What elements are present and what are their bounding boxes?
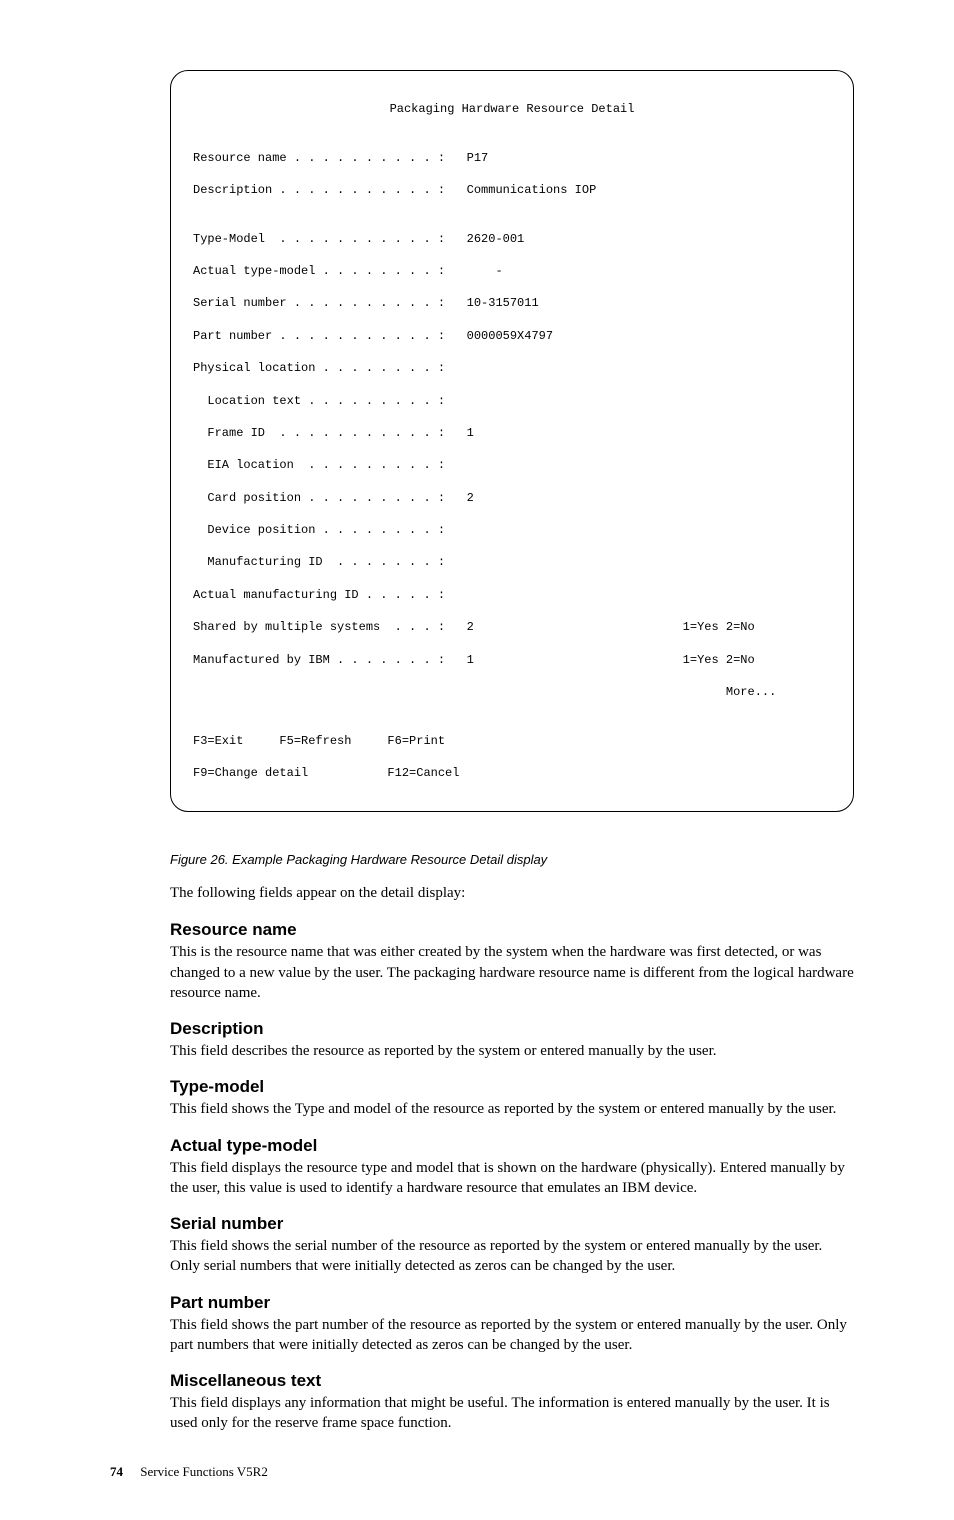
terminal-line: Part number . . . . . . . . . . . : 0000… <box>193 328 831 344</box>
section-title: Miscellaneous text <box>170 1371 854 1391</box>
section-part-number: Part number This field shows the part nu… <box>170 1293 854 1356</box>
terminal-line: Device position . . . . . . . . : <box>193 522 831 538</box>
terminal-line: F3=Exit F5=Refresh F6=Print <box>193 733 831 749</box>
terminal-line: Manufactured by IBM . . . . . . . : 1 1=… <box>193 652 831 668</box>
figure-caption: Figure 26. Example Packaging Hardware Re… <box>170 852 854 867</box>
terminal-line: Manufacturing ID . . . . . . . : <box>193 554 831 570</box>
terminal-line: More... <box>193 684 831 700</box>
section-body: This is the resource name that was eithe… <box>170 942 854 1003</box>
terminal-line: Resource name . . . . . . . . . . : P17 <box>193 150 831 166</box>
section-serial-number: Serial number This field shows the seria… <box>170 1214 854 1277</box>
terminal-line: Type-Model . . . . . . . . . . . : 2620-… <box>193 231 831 247</box>
section-body: This field describes the resource as rep… <box>170 1041 854 1061</box>
intro-text: The following fields appear on the detai… <box>170 885 854 902</box>
section-title: Resource name <box>170 920 854 940</box>
section-miscellaneous-text: Miscellaneous text This field displays a… <box>170 1371 854 1434</box>
terminal-display: Packaging Hardware Resource Detail Resou… <box>170 70 854 812</box>
page-footer: 74 Service Functions V5R2 <box>110 1464 854 1480</box>
terminal-line: Shared by multiple systems . . . : 2 1=Y… <box>193 619 831 635</box>
section-body: This field displays the resource type an… <box>170 1158 854 1199</box>
page-number: 74 <box>110 1464 123 1479</box>
terminal-line: Frame ID . . . . . . . . . . . : 1 <box>193 425 831 441</box>
terminal-line: Physical location . . . . . . . . : <box>193 360 831 376</box>
terminal-line: Actual manufacturing ID . . . . . : <box>193 587 831 603</box>
section-body: This field shows the part number of the … <box>170 1315 854 1356</box>
terminal-line: Card position . . . . . . . . . : 2 <box>193 490 831 506</box>
section-body: This field displays any information that… <box>170 1393 854 1434</box>
section-title: Type-model <box>170 1077 854 1097</box>
doc-title: Service Functions V5R2 <box>140 1464 268 1479</box>
section-title: Actual type-model <box>170 1136 854 1156</box>
section-title: Description <box>170 1019 854 1039</box>
section-resource-name: Resource name This is the resource name … <box>170 920 854 1003</box>
terminal-line: F9=Change detail F12=Cancel <box>193 765 831 781</box>
terminal-line: EIA location . . . . . . . . . : <box>193 457 831 473</box>
terminal-title: Packaging Hardware Resource Detail <box>193 101 831 117</box>
section-type-model: Type-model This field shows the Type and… <box>170 1077 854 1119</box>
terminal-line: Location text . . . . . . . . . : <box>193 393 831 409</box>
terminal-line: Serial number . . . . . . . . . . : 10-3… <box>193 295 831 311</box>
section-description: Description This field describes the res… <box>170 1019 854 1061</box>
section-title: Serial number <box>170 1214 854 1234</box>
section-actual-type-model: Actual type-model This field displays th… <box>170 1136 854 1199</box>
section-title: Part number <box>170 1293 854 1313</box>
section-body: This field shows the serial number of th… <box>170 1236 854 1277</box>
terminal-line: Actual type-model . . . . . . . . : - <box>193 263 831 279</box>
section-body: This field shows the Type and model of t… <box>170 1099 854 1119</box>
terminal-line: Description . . . . . . . . . . . : Comm… <box>193 182 831 198</box>
